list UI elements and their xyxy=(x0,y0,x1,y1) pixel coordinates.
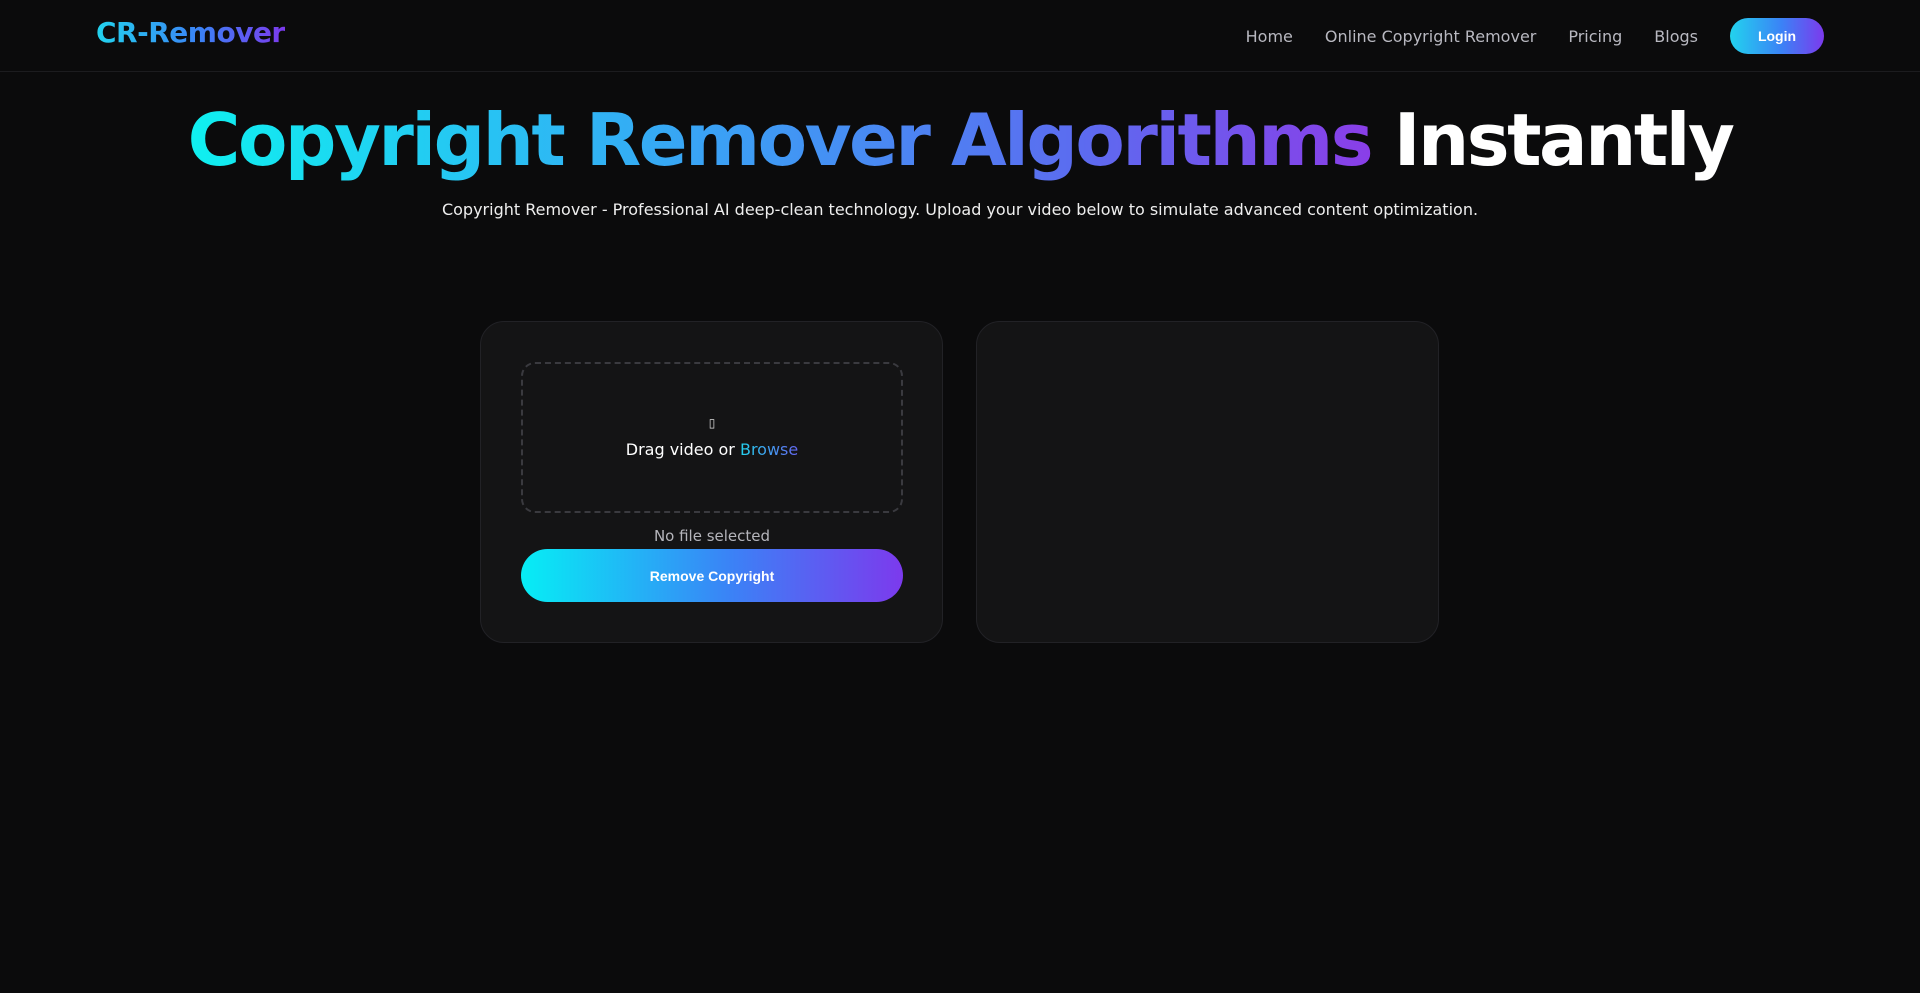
upload-icon: ▯ xyxy=(708,416,716,430)
hero-title-gradient: Copyright Remover Algorithms xyxy=(187,98,1374,182)
hero-subtitle: Copyright Remover - Professional AI deep… xyxy=(441,200,1479,219)
hero-title: Copyright Remover Algorithms Instantly xyxy=(0,92,1920,188)
upload-card: ▯ Drag video or Browse No file selected … xyxy=(480,321,943,643)
nav-link-online-copyright-remover[interactable]: Online Copyright Remover xyxy=(1325,27,1536,46)
file-status: No file selected xyxy=(653,527,771,545)
preview-card xyxy=(976,321,1439,643)
remove-copyright-button[interactable]: Remove Copyright xyxy=(521,549,903,602)
nav-links: Home Online Copyright Remover Pricing Bl… xyxy=(1246,18,1824,54)
nav-link-home[interactable]: Home xyxy=(1246,27,1293,46)
logo[interactable]: CR-Remover xyxy=(96,16,285,49)
video-dropzone[interactable]: ▯ Drag video or Browse xyxy=(521,362,903,513)
nav-link-blogs[interactable]: Blogs xyxy=(1654,27,1698,46)
login-button[interactable]: Login xyxy=(1730,18,1824,54)
browse-link[interactable]: Browse xyxy=(740,440,798,459)
nav-link-pricing[interactable]: Pricing xyxy=(1568,27,1622,46)
drag-video-label: Drag video or xyxy=(625,440,735,459)
hero-title-plain: Instantly xyxy=(1393,98,1735,182)
dropzone-text: Drag video or Browse xyxy=(523,440,901,459)
navbar: CR-Remover Home Online Copyright Remover… xyxy=(0,0,1920,72)
